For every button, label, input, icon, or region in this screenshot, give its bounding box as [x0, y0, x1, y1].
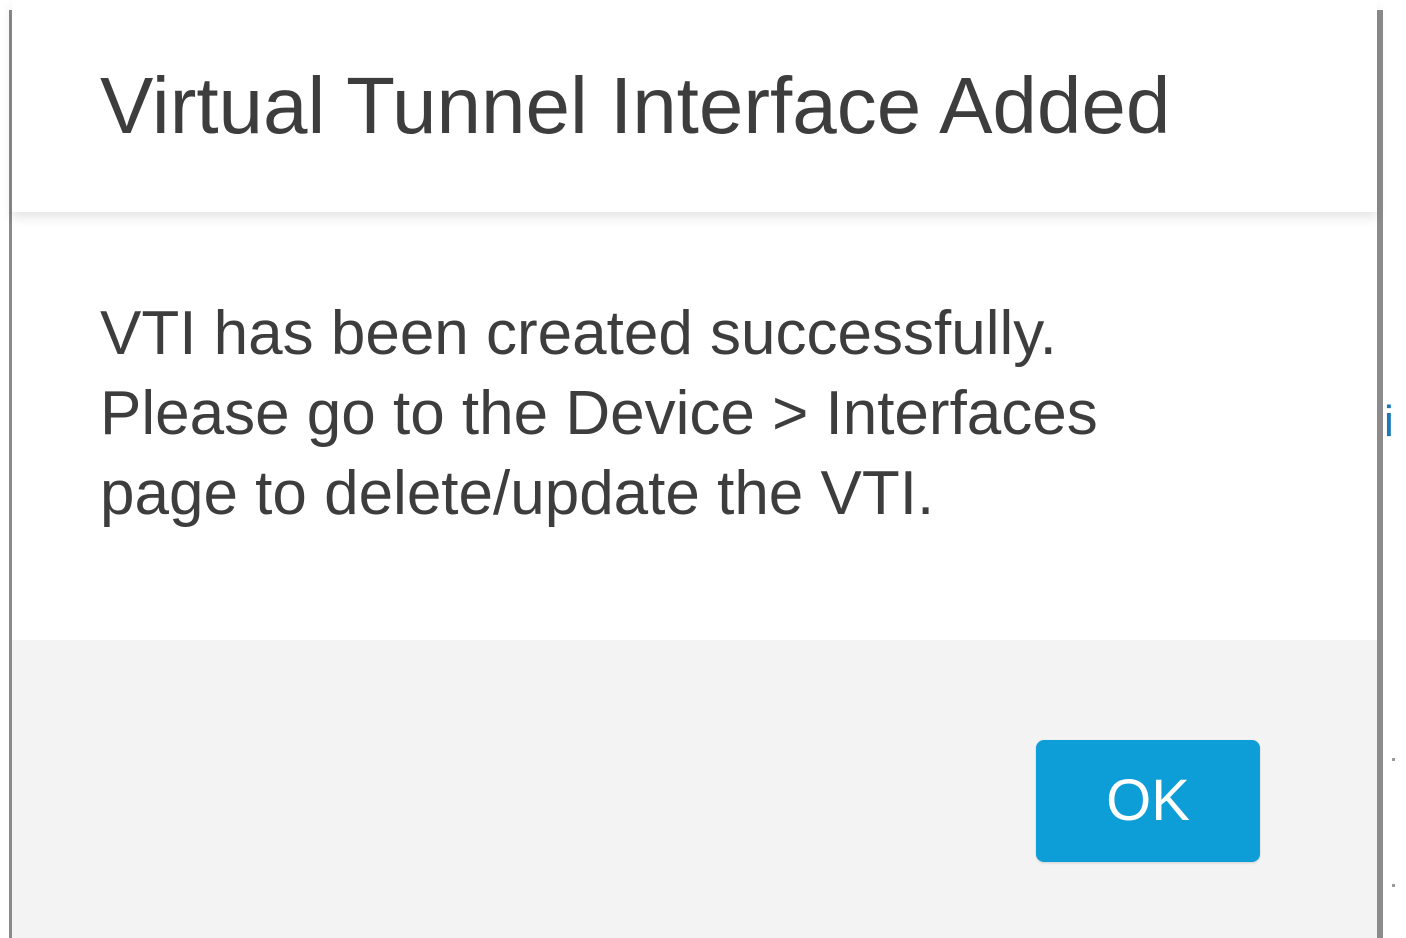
dialog-body: VTI has been created successfully. Pleas… [12, 212, 1377, 640]
dialog-message: VTI has been created successfully. Pleas… [100, 299, 1098, 528]
dialog-header: Virtual Tunnel Interface Added [12, 0, 1377, 212]
window-right-border [1377, 10, 1383, 938]
background-dot [1392, 758, 1395, 761]
background-page [1383, 0, 1406, 938]
screen: i Virtual Tunnel Interface Added VTI has… [0, 0, 1406, 938]
dialog-title: Virtual Tunnel Interface Added [100, 61, 1171, 150]
vti-added-dialog: Virtual Tunnel Interface Added VTI has b… [12, 0, 1377, 938]
ok-button[interactable]: OK [1036, 740, 1260, 862]
background-link-fragment: i [1384, 397, 1394, 446]
background-dot [1392, 884, 1395, 887]
dialog-footer: OK [12, 640, 1377, 938]
